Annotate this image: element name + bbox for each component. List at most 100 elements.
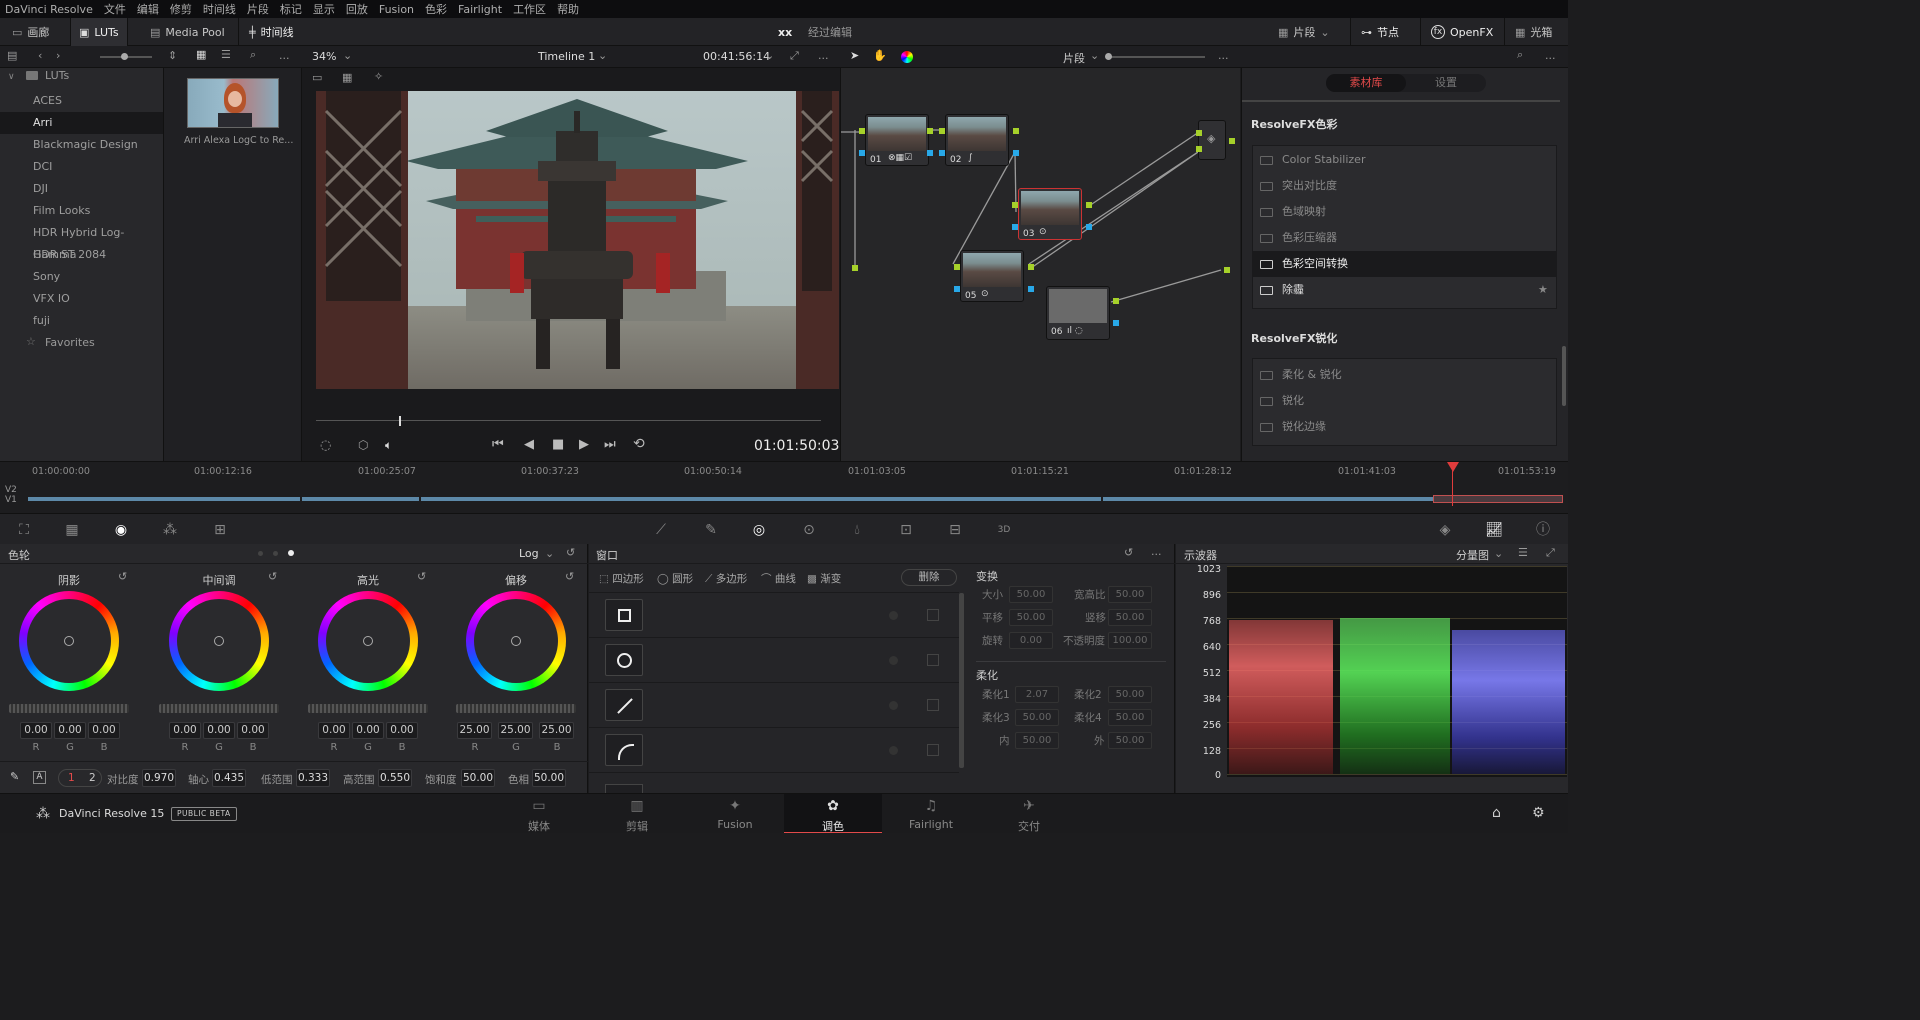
low-range-value[interactable]: 0.333 — [296, 769, 330, 787]
fx-color-space-transform[interactable]: 色彩空间转换 — [1252, 251, 1557, 277]
auto-icon[interactable]: A — [33, 771, 46, 784]
scopes-icon[interactable]: 📈︎ — [1484, 520, 1504, 540]
pointer-icon[interactable]: ➤ — [850, 50, 859, 61]
node-output-pin[interactable] — [1028, 286, 1034, 292]
fullscreen-icon[interactable]: ⤢ — [790, 50, 799, 61]
lut-folder-film-looks[interactable]: Film Looks — [0, 200, 163, 222]
menu-item[interactable]: 时间线 — [203, 1, 236, 17]
favorites-folder[interactable]: Favorites — [45, 336, 95, 349]
nav-media[interactable]: ▭ 媒体 — [490, 794, 588, 833]
more-options[interactable]: ... — [1545, 49, 1556, 62]
midtones-wheel[interactable] — [169, 591, 269, 691]
quad-tool[interactable]: ⬚ 四边形 — [599, 571, 644, 586]
node-mode-select[interactable]: 片段 — [1063, 50, 1085, 66]
window-row-square[interactable] — [589, 593, 959, 638]
reset-icon[interactable]: ↺ — [417, 571, 426, 582]
midtones-r[interactable]: 0.00 — [169, 722, 201, 739]
wheel-handle[interactable] — [214, 636, 224, 646]
window-invert-toggle[interactable] — [889, 746, 898, 755]
wheel-mode-select[interactable]: Log — [519, 547, 539, 560]
mixer-input-pin[interactable] — [1196, 146, 1202, 152]
square-window-icon[interactable] — [605, 599, 643, 631]
media-pool-button[interactable]: ▤ Media Pool — [150, 18, 225, 46]
offset-wheel[interactable] — [466, 591, 566, 691]
window-invert-toggle[interactable] — [889, 656, 898, 665]
soft1-value[interactable]: 2.07 — [1015, 686, 1059, 703]
reset-icon[interactable]: ↺ — [1124, 547, 1133, 558]
scrubber-track[interactable] — [316, 420, 821, 421]
circle-tool[interactable]: ◯ 圆形 — [657, 571, 693, 586]
grid-view-icon[interactable]: ▦ — [196, 49, 206, 60]
more-options[interactable]: ... — [1218, 49, 1229, 62]
outside-value[interactable]: 50.00 — [1108, 732, 1152, 749]
shadows-wheel[interactable] — [19, 591, 119, 691]
nav-edit[interactable]: ▥ 剪辑 — [588, 794, 686, 833]
node-output-pin[interactable] — [1086, 224, 1092, 230]
line-window-icon[interactable] — [605, 689, 643, 721]
chevron-down-icon[interactable]: ⌄ — [1494, 548, 1503, 559]
sidebar-toggle-icon[interactable]: ▤ — [7, 50, 17, 61]
fx-sharpen-edges[interactable]: 锐化边缘 — [1252, 414, 1557, 440]
midtones-b[interactable]: 0.00 — [237, 722, 269, 739]
node-output-pin[interactable] — [1086, 202, 1092, 208]
magic-wand-icon[interactable]: ✧ — [374, 71, 383, 82]
window-enable-checkbox[interactable] — [927, 699, 939, 711]
chevron-down-icon[interactable]: ⌄ — [343, 50, 352, 61]
menu-item[interactable]: 回放 — [346, 1, 368, 17]
soft3-value[interactable]: 50.00 — [1015, 709, 1059, 726]
node-output-pin[interactable] — [1113, 320, 1119, 326]
luts-button[interactable]: ▣ LUTs — [70, 18, 128, 46]
menu-item[interactable]: 色彩 — [425, 1, 447, 17]
more-options[interactable]: ... — [818, 49, 829, 62]
menu-item[interactable]: Fairlight — [458, 3, 502, 16]
3d-icon[interactable]: 3D — [994, 520, 1014, 540]
mixer-input-pin[interactable] — [1196, 130, 1202, 136]
timeline-button[interactable]: ╪ 时间线 — [238, 18, 304, 46]
node-input-pin[interactable] — [1012, 224, 1018, 230]
window-enable-checkbox[interactable] — [927, 744, 939, 756]
pivot-value[interactable]: 0.435 — [212, 769, 246, 787]
nav-fairlight[interactable]: ♫ Fairlight — [882, 794, 980, 833]
go-to-start-icon[interactable]: ⏮ — [492, 438, 504, 451]
camera-raw-icon[interactable]: ⛶ — [14, 520, 34, 540]
page-dot-active[interactable] — [288, 550, 294, 556]
search-icon[interactable]: ⌕ — [250, 49, 256, 60]
saturation-value[interactable]: 50.00 — [461, 769, 495, 787]
shadows-b[interactable]: 0.00 — [88, 722, 120, 739]
lut-folder-arri[interactable]: Arri — [0, 112, 163, 134]
node-06[interactable]: 06 ıl ◌ — [1046, 286, 1110, 340]
inside-value[interactable]: 50.00 — [1015, 732, 1059, 749]
lut-folder-sony[interactable]: Sony — [0, 266, 163, 288]
sizing-icon[interactable]: ⊟ — [945, 520, 965, 540]
layer-mixer-node[interactable]: ◈ — [1198, 120, 1226, 160]
node-output-pin[interactable] — [927, 128, 933, 134]
timeline-name[interactable]: Timeline 1 — [538, 50, 595, 63]
gear-icon[interactable]: ⚙ — [1532, 806, 1545, 820]
menu-item[interactable]: DaVinci Resolve — [5, 3, 93, 16]
slider-handle[interactable] — [121, 53, 128, 60]
node-02[interactable]: 02 ∫ — [945, 114, 1009, 166]
volume-icon[interactable]: 🔈︎ — [385, 439, 392, 451]
slider-handle[interactable] — [1105, 53, 1112, 60]
lut-folder-fuji[interactable]: fuji — [0, 310, 163, 332]
window-enable-checkbox[interactable] — [927, 654, 939, 666]
window-enable-checkbox[interactable] — [927, 609, 939, 621]
menu-item[interactable]: 编辑 — [137, 1, 159, 17]
keyframes-icon[interactable]: ◈ — [1435, 520, 1455, 540]
star-icon[interactable]: ★ — [1538, 277, 1548, 303]
node-input-pin[interactable] — [1012, 202, 1018, 208]
go-to-end-icon[interactable]: ⏭ — [604, 438, 616, 451]
node-editor[interactable]: ◈ 01 ⊗▦☑ 02 ∫ 03 ⊙ 05 ⊙ 06 ıl ◌ — [840, 68, 1240, 461]
clips-button[interactable]: ▦ 片段 ⌄ — [1278, 18, 1330, 46]
menu-item[interactable]: 片段 — [247, 1, 269, 17]
lut-folder-aces[interactable]: ACES — [0, 90, 163, 112]
polygon-tool[interactable]: ⟋ 多边形 — [705, 571, 747, 586]
gallery-button[interactable]: ▭ 画廊 — [12, 18, 49, 46]
node-01[interactable]: 01 ⊗▦☑ — [865, 114, 929, 166]
window-row-polygon[interactable] — [589, 683, 959, 728]
home-icon[interactable]: ⌂ — [1492, 806, 1501, 820]
node-zoom-slider[interactable] — [1107, 56, 1205, 58]
aspect-value[interactable]: 50.00 — [1108, 586, 1152, 603]
page-dot[interactable] — [258, 551, 263, 556]
tracker-icon[interactable]: ⊙ — [799, 520, 819, 540]
